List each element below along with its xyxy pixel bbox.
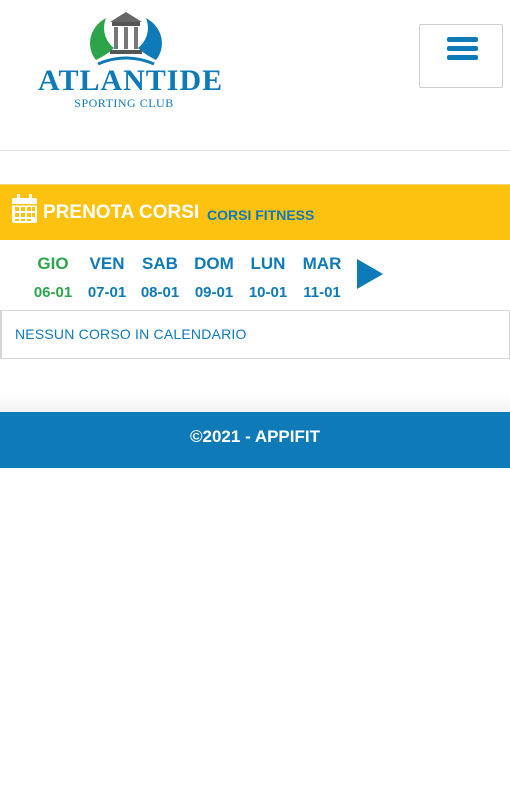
footer-shadow: [0, 394, 510, 414]
logo-emblem-icon: [90, 12, 162, 66]
booking-bar: PRENOTA CORSI CORSI FITNESS: [0, 184, 510, 240]
day-tab[interactable]: GIO 06-01: [26, 254, 80, 302]
footer-copyright: ©2021 - APPIFIT: [190, 427, 320, 446]
day-tab[interactable]: DOM 09-01: [187, 254, 241, 302]
day-name: LUN: [250, 254, 286, 273]
day-name: GIO: [37, 254, 69, 273]
day-tab[interactable]: SAB 08-01: [133, 254, 187, 302]
day-name: DOM: [194, 254, 234, 273]
day-tab[interactable]: VEN 07-01: [80, 254, 134, 302]
day-date: 11-01: [303, 284, 341, 301]
day-tab[interactable]: LUN 10-01: [241, 254, 295, 302]
day-date: 08-01: [140, 284, 180, 301]
day-date: 07-01: [87, 284, 127, 301]
day-tab[interactable]: MAR 11-01: [295, 254, 349, 302]
day-date: 06-01: [33, 284, 73, 301]
logo-title: ATLANTIDE: [38, 64, 224, 97]
logo-subtitle: SPORTING CLUB: [74, 96, 174, 110]
course-category-link[interactable]: CORSI FITNESS: [207, 207, 314, 223]
day-date: 09-01: [194, 284, 234, 301]
site-header: ATLANTIDE SPORTING CLUB: [0, 0, 510, 151]
day-name: VEN: [89, 254, 125, 273]
empty-calendar-notice: NESSUN CORSO IN CALENDARIO: [0, 310, 510, 359]
play-arrow-icon[interactable]: [356, 258, 384, 290]
site-footer: ©2021 - APPIFIT: [0, 412, 510, 468]
notice-text: NESSUN CORSO IN CALENDARIO: [15, 326, 247, 342]
club-logo[interactable]: ATLANTIDE SPORTING CLUB: [38, 8, 224, 112]
day-name: SAB: [142, 254, 178, 273]
day-selector: GIO 06-01 VEN 07-01 SAB 08-01 DOM 09-01 …: [0, 240, 510, 310]
booking-title: PRENOTA CORSI: [43, 202, 200, 223]
calendar-icon: [12, 194, 37, 223]
day-date: 10-01: [248, 284, 288, 301]
day-name: MAR: [302, 254, 342, 273]
menu-button[interactable]: [419, 24, 503, 88]
